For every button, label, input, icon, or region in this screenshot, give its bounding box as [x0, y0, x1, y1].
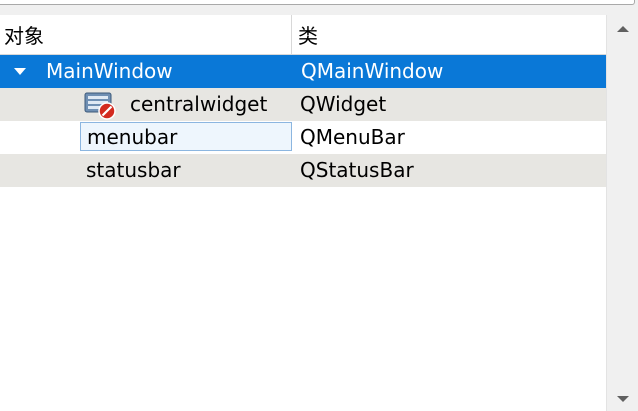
object-name: MainWindow — [46, 59, 173, 83]
tree-row-mainwindow[interactable]: MainWindow QMainWindow — [0, 55, 606, 88]
expand-arrow-icon[interactable] — [14, 68, 26, 75]
object-inspector-tree[interactable]: 对象 类 MainWindow QMainWindow centralwidge… — [0, 15, 606, 411]
object-name: statusbar — [86, 158, 181, 182]
arrow-down-icon — [617, 396, 629, 402]
scroll-down-button[interactable] — [607, 385, 638, 411]
scroll-up-button[interactable] — [607, 15, 638, 41]
layout-broken-widget-icon — [84, 91, 118, 121]
vertical-scrollbar[interactable] — [606, 15, 638, 411]
header-divider[interactable] — [291, 15, 292, 54]
tree-row-menubar[interactable]: menubar QMenuBar — [0, 121, 606, 154]
class-name: QWidget — [300, 92, 387, 116]
tree-row-centralwidget[interactable]: centralwidget QWidget — [0, 88, 606, 121]
class-name: QMenuBar — [300, 125, 405, 149]
arrow-up-icon — [617, 26, 629, 32]
class-name: QStatusBar — [300, 158, 414, 182]
object-name: menubar — [87, 125, 178, 149]
header-class-column[interactable]: 类 — [298, 15, 318, 54]
top-panel-edge — [0, 0, 638, 15]
class-name: QMainWindow — [301, 59, 444, 83]
tree-row-statusbar[interactable]: statusbar QStatusBar — [0, 154, 606, 187]
tree-header: 对象 类 — [0, 15, 606, 55]
panel-frame — [0, 0, 635, 5]
header-object-column[interactable]: 对象 — [4, 15, 44, 54]
object-name: centralwidget — [130, 92, 268, 116]
